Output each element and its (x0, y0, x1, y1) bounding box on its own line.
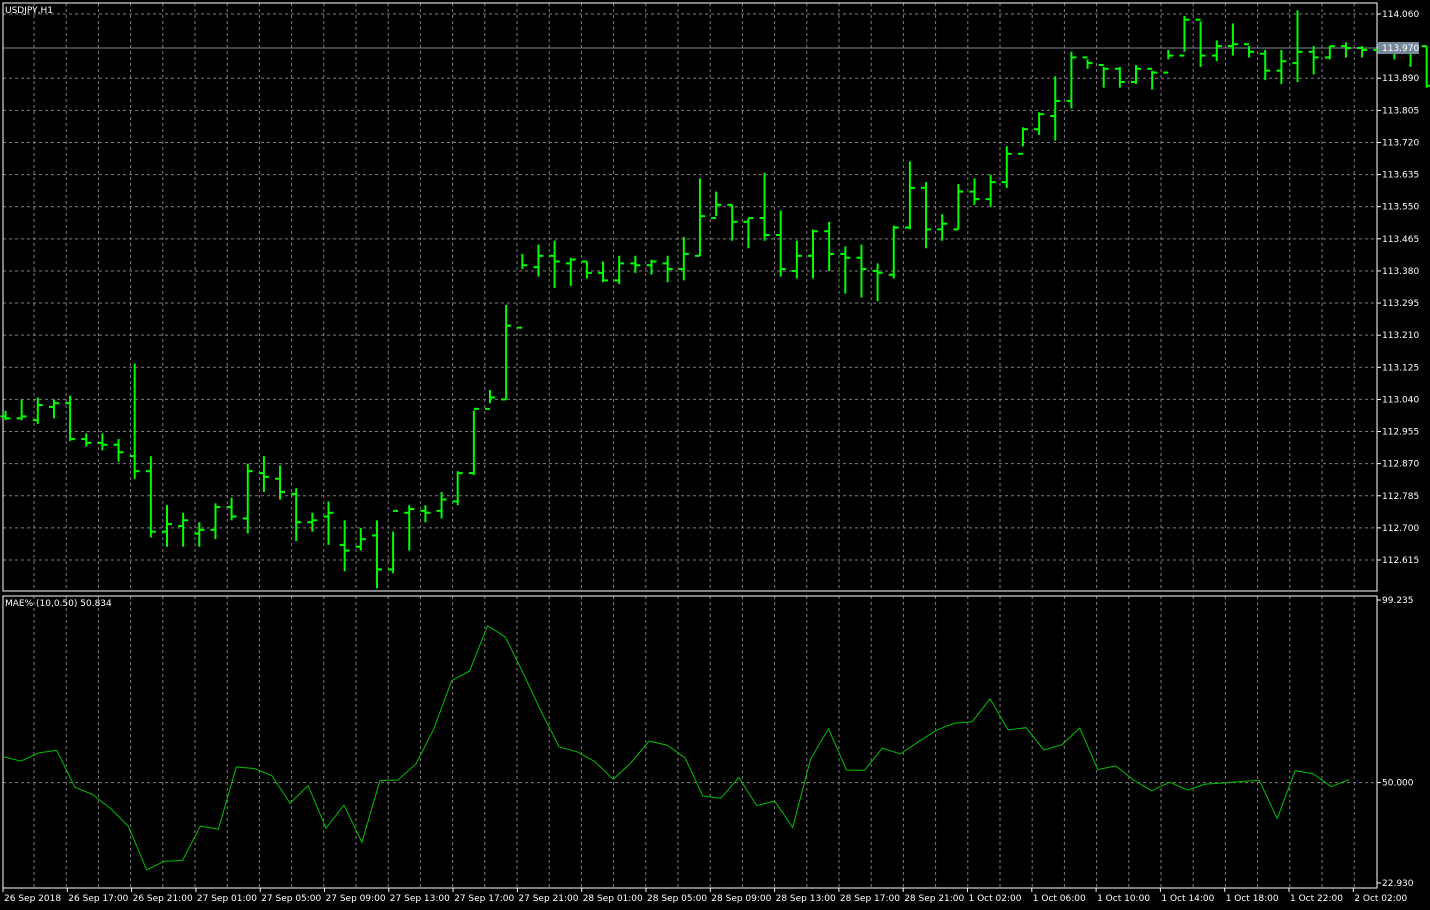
indicator-label: MAE% (10,0.50) 50.834 (5, 599, 112, 609)
y-tick-label: 113.380 (1382, 267, 1419, 277)
x-tick-label: 28 Sep 05:00 (647, 894, 707, 904)
x-tick-label: 1 Oct 22:00 (1290, 894, 1343, 904)
x-tick-label: 27 Sep 21:00 (518, 894, 578, 904)
chart-canvas: 114.060 113.890 113.805 113.720 113.635 113.5… (0, 0, 1430, 910)
chart-background (0, 0, 1430, 910)
x-tick-label: 27 Sep 17:00 (454, 894, 514, 904)
y-tick-label: 112.955 (1382, 428, 1419, 438)
indicator-y-tick-label: 99.235 (1382, 596, 1414, 606)
x-tick-label: 27 Sep 09:00 (326, 894, 386, 904)
x-tick-label: 28 Sep 13:00 (776, 894, 836, 904)
y-tick-label: 113.635 (1382, 171, 1419, 181)
x-tick-label: 27 Sep 01:00 (197, 894, 257, 904)
x-tick-label: 26 Sep 2018 (4, 894, 61, 904)
x-tick-label: 28 Sep 09:00 (711, 894, 771, 904)
y-tick-label: 112.615 (1382, 556, 1419, 566)
y-tick-label: 113.210 (1382, 331, 1419, 341)
y-tick-label: 113.720 (1382, 138, 1419, 148)
x-tick-label: 28 Sep 21:00 (904, 894, 964, 904)
x-tick-label: 28 Sep 17:00 (840, 894, 900, 904)
y-tick-label: 113.295 (1382, 299, 1419, 309)
y-tick-label: 113.125 (1382, 363, 1419, 373)
x-tick-label: 1 Oct 10:00 (1097, 894, 1150, 904)
x-tick-label: 26 Sep 17:00 (68, 894, 128, 904)
y-tick-label: 112.785 (1382, 492, 1419, 502)
y-tick-label: 114.060 (1382, 10, 1419, 20)
y-tick-label: 112.870 (1382, 460, 1419, 470)
symbol-label: USDJPY,H1 (5, 6, 53, 16)
x-tick-label: 1 Oct 18:00 (1226, 894, 1279, 904)
x-tick-label: 1 Oct 14:00 (1161, 894, 1214, 904)
x-tick-label: 26 Sep 21:00 (133, 894, 193, 904)
y-tick-label: 113.040 (1382, 395, 1419, 405)
y-tick-label: 113.805 (1382, 106, 1419, 116)
x-tick-label: 27 Sep 13:00 (390, 894, 450, 904)
y-tick-label: 113.465 (1382, 235, 1419, 245)
x-tick-label: 1 Oct 02:00 (969, 894, 1022, 904)
y-tick-label: 112.700 (1382, 524, 1419, 534)
current-price-label: 113.970 (1382, 44, 1419, 54)
x-tick-label: 2 Oct 02:00 (1354, 894, 1407, 904)
x-tick-label: 1 Oct 06:00 (1033, 894, 1086, 904)
y-tick-label: 113.550 (1382, 203, 1419, 213)
indicator-y-tick-label: 50.000 (1382, 779, 1414, 789)
x-tick-label: 27 Sep 05:00 (261, 894, 321, 904)
y-tick-label: 113.890 (1382, 74, 1419, 84)
x-tick-label: 28 Sep 01:00 (583, 894, 643, 904)
indicator-y-tick-label: 22.930 (1382, 879, 1414, 889)
